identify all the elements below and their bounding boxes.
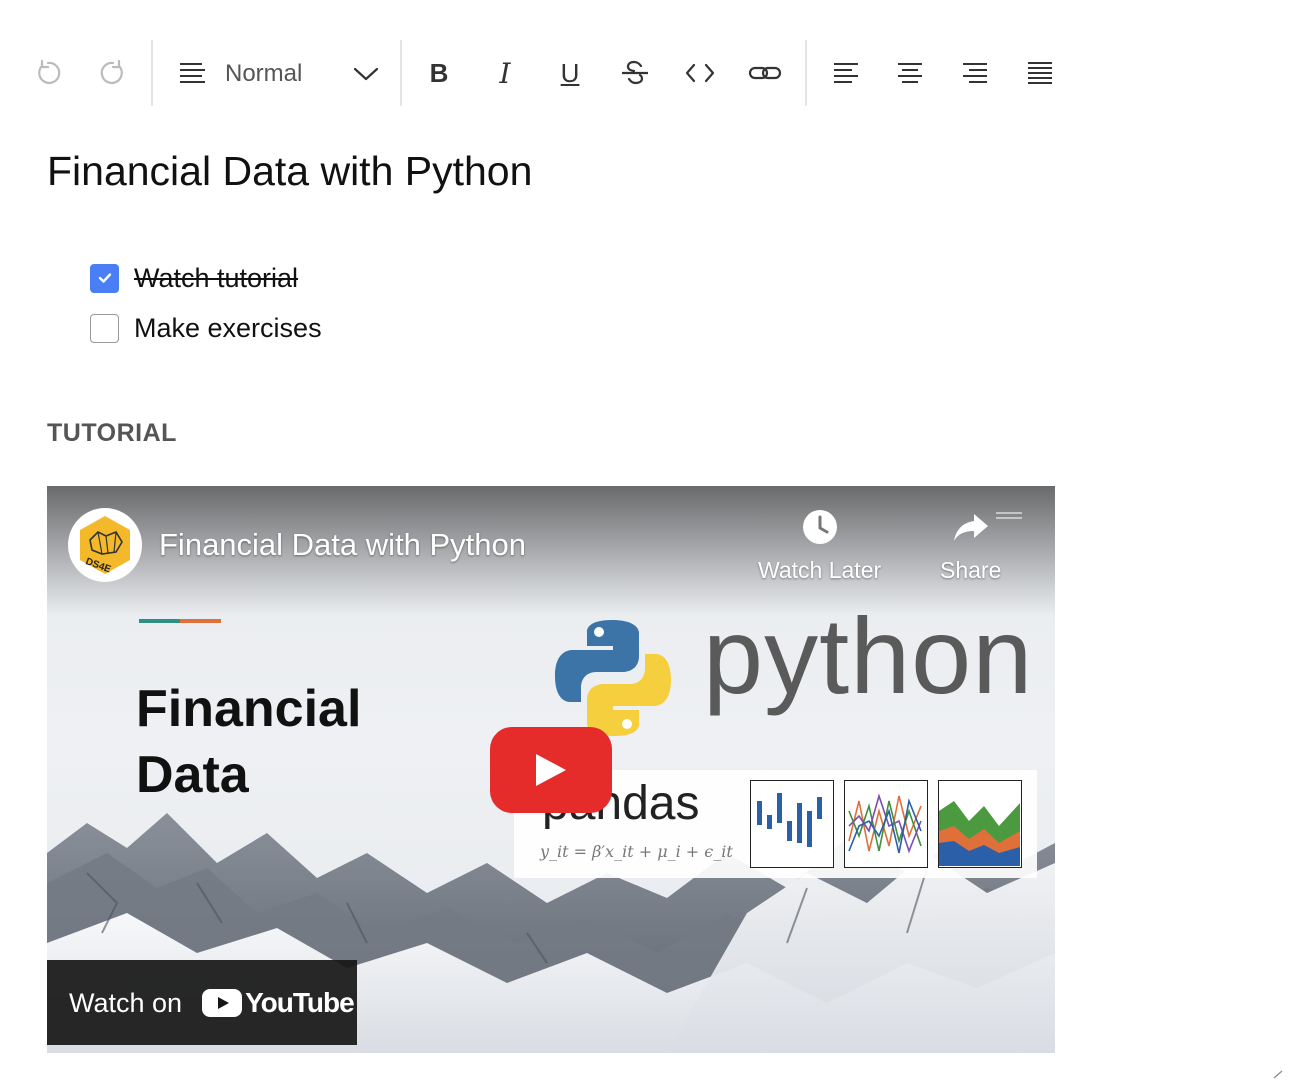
python-wordmark: python xyxy=(703,595,1034,716)
toolbar-divider xyxy=(151,40,153,106)
share-label: Share xyxy=(940,557,1002,583)
python-logo-icon xyxy=(555,620,671,736)
video-title[interactable]: Financial Data with Python xyxy=(159,526,526,564)
section-heading[interactable]: TUTORIAL xyxy=(47,418,177,448)
todo-item: Make exercises xyxy=(90,312,322,344)
mini-line-chart-image xyxy=(844,780,928,868)
watch-later-button[interactable]: Watch Later xyxy=(758,508,881,584)
share-button[interactable]: Share xyxy=(940,508,1001,584)
align-justify-button[interactable] xyxy=(1014,40,1066,106)
todo-text[interactable]: Make exercises xyxy=(134,312,322,344)
undo-icon xyxy=(38,59,61,85)
thumbnail-heading-line: Financial xyxy=(136,680,362,738)
todo-item: Watch tutorial xyxy=(90,262,298,294)
block-type-select[interactable]: Normal xyxy=(170,40,385,106)
code-button[interactable] xyxy=(674,40,726,106)
todo-text[interactable]: Watch tutorial xyxy=(134,262,298,294)
bold-icon: B xyxy=(429,57,449,88)
mini-area-chart-image xyxy=(938,780,1022,868)
menu-icon[interactable] xyxy=(996,510,1022,522)
toolbar-divider xyxy=(805,40,807,106)
checkmark-icon xyxy=(98,273,111,283)
youtube-wordmark: YouTube xyxy=(245,986,355,1018)
play-icon xyxy=(536,754,566,786)
align-right-button[interactable] xyxy=(949,40,1001,106)
thumbnail-heading-line: Data xyxy=(136,746,249,804)
play-button[interactable] xyxy=(490,727,612,813)
resize-handle-icon[interactable] xyxy=(1272,1069,1284,1079)
code-icon xyxy=(685,63,715,83)
strikethrough-button[interactable] xyxy=(609,40,661,106)
italic-icon: I xyxy=(499,56,511,90)
paragraph-lines-icon xyxy=(180,63,205,83)
channel-avatar[interactable]: DS4E xyxy=(68,508,142,582)
bold-button[interactable]: B xyxy=(413,40,465,106)
redo-button[interactable] xyxy=(87,40,139,106)
todo-checkbox[interactable] xyxy=(90,263,119,293)
page-title[interactable]: Financial Data with Python xyxy=(47,146,532,196)
watch-later-label: Watch Later xyxy=(758,557,882,583)
toolbar-divider xyxy=(400,40,402,106)
accent-line xyxy=(139,619,221,623)
align-left-button[interactable] xyxy=(820,40,872,106)
thumbnail-heading: Financial Data xyxy=(136,676,361,808)
italic-button[interactable]: I xyxy=(479,40,531,106)
align-center-button[interactable] xyxy=(884,40,936,106)
redo-icon xyxy=(100,59,123,85)
align-center-icon xyxy=(898,63,922,83)
undo-button[interactable] xyxy=(22,40,74,106)
watch-on-youtube-button[interactable]: Watch on YouTube xyxy=(47,960,357,1045)
link-icon xyxy=(748,66,782,80)
share-arrow-icon xyxy=(953,514,988,541)
block-type-value: Normal xyxy=(225,60,303,87)
align-justify-icon xyxy=(1028,62,1052,84)
mini-bar-chart-image xyxy=(750,780,834,868)
watch-on-label: Watch on xyxy=(69,987,183,1018)
chevron-down-icon xyxy=(353,67,379,81)
strikethrough-icon xyxy=(622,60,648,85)
clock-icon xyxy=(802,510,837,544)
underline-icon: U xyxy=(560,57,580,88)
formula-text: y_it = β′x_it + μ_i + ϵ_it xyxy=(540,842,733,861)
youtube-logo: YouTube xyxy=(202,986,355,1019)
align-right-icon xyxy=(963,63,987,83)
youtube-embed[interactable]: DS4E Financial Data with Python Watch La… xyxy=(47,486,1055,1053)
underline-button[interactable]: U xyxy=(544,40,596,106)
link-button[interactable] xyxy=(739,40,791,106)
channel-logo-icon: DS4E xyxy=(80,516,130,576)
todo-checkbox[interactable] xyxy=(90,313,119,343)
youtube-play-icon xyxy=(202,988,243,1017)
editor-toolbar: Normal B I U xyxy=(0,40,1080,106)
align-left-icon xyxy=(834,63,858,83)
